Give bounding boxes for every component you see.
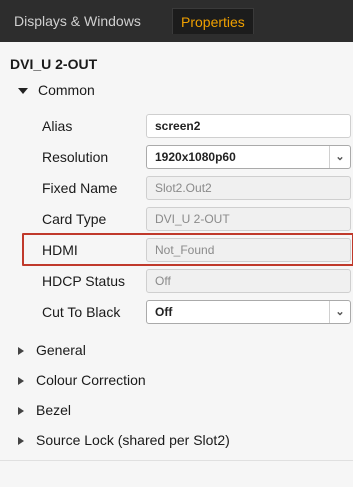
hdcp-status-field: Off [146,269,351,293]
section-common[interactable]: Common [18,80,95,100]
divider [0,460,353,461]
cut-to-black-label: Cut To Black [42,304,121,320]
resolution-select[interactable]: 1920x1080p60 ⌄ [146,145,351,169]
fixed-name-label: Fixed Name [42,180,118,196]
section-colour-correction-label: Colour Correction [36,372,146,388]
alias-input[interactable]: screen2 [146,114,351,138]
device-title: DVI_U 2-OUT [10,56,98,72]
cut-to-black-select[interactable]: Off ⌄ [146,300,351,324]
tab-displays-windows[interactable]: Displays & Windows [6,8,149,34]
section-bezel-label: Bezel [36,402,72,418]
section-source-lock-label: Source Lock (shared per Slot2) [36,432,230,448]
hdmi-highlight-box [22,233,353,266]
expand-right-icon [18,437,24,446]
alias-label: Alias [42,118,73,134]
expand-right-icon [18,347,24,356]
expand-right-icon [18,407,24,416]
card-type-label: Card Type [42,211,107,227]
resolution-label: Resolution [42,149,109,165]
section-general[interactable]: General [18,340,86,360]
tab-bar: Displays & Windows Properties [0,0,353,43]
hdcp-status-label: HDCP Status [42,273,125,289]
fixed-name-field: Slot2.Out2 [146,176,351,200]
section-colour-correction[interactable]: Colour Correction [18,370,146,390]
properties-panel: DVI_U 2-OUT Common Alias screen2 Resolut… [0,42,353,487]
resolution-value: 1920x1080p60 [155,150,236,164]
chevron-down-icon[interactable]: ⌄ [329,146,350,168]
cut-to-black-value: Off [155,305,173,319]
chevron-down-icon[interactable]: ⌄ [329,301,350,323]
section-bezel[interactable]: Bezel [18,400,71,420]
section-general-label: General [36,342,86,358]
card-type-field: DVI_U 2-OUT [146,207,351,231]
expand-down-icon [18,88,28,95]
tab-properties[interactable]: Properties [172,8,254,34]
expand-right-icon [18,377,24,386]
section-common-label: Common [38,82,95,98]
section-source-lock[interactable]: Source Lock (shared per Slot2) [18,430,230,450]
